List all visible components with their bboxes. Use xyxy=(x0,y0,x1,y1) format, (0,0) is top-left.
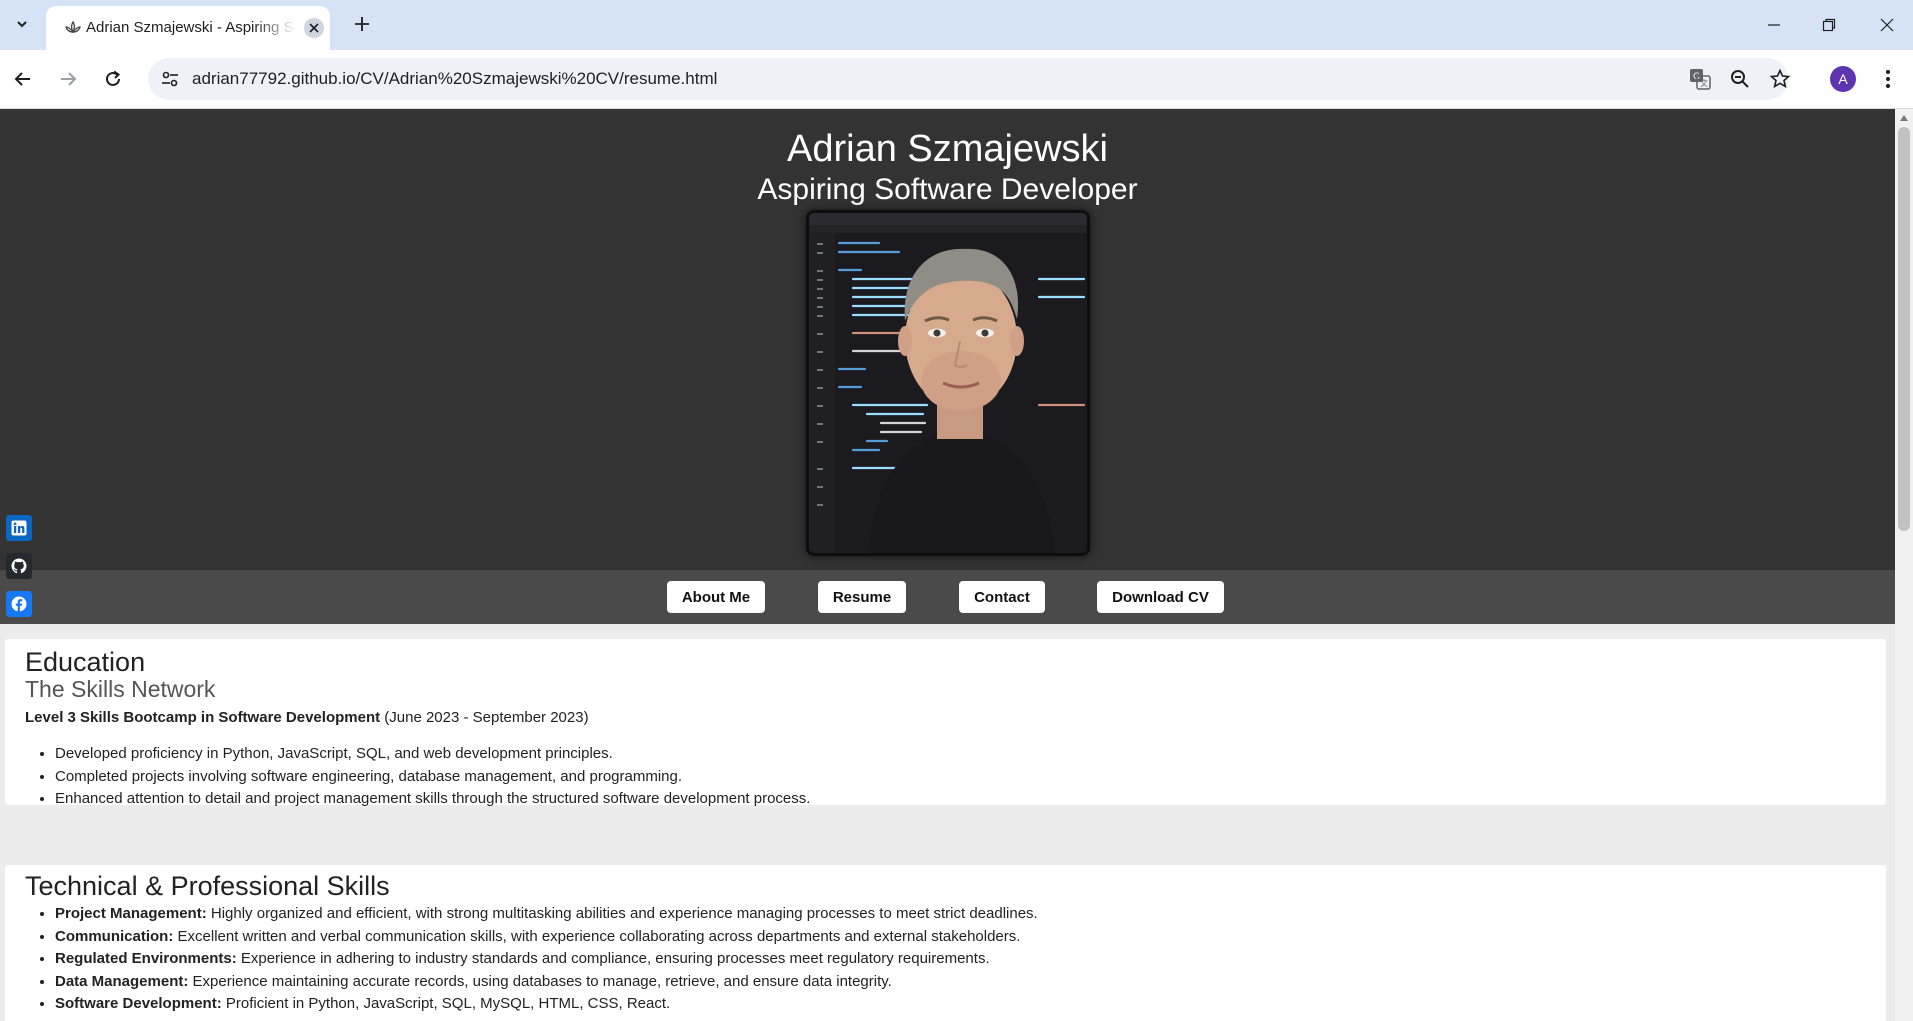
page-scrollbar[interactable] xyxy=(1895,109,1913,1021)
new-tab-button[interactable] xyxy=(350,12,374,36)
tab-title: Adrian Szmajewski - Aspiring Software De… xyxy=(86,19,296,36)
linkedin-link[interactable] xyxy=(6,515,32,541)
forward-button[interactable] xyxy=(52,63,84,95)
profile-photo-image xyxy=(809,213,1087,553)
scroll-up-arrow-icon[interactable] xyxy=(1900,115,1908,121)
facebook-icon xyxy=(11,596,27,612)
reload-icon xyxy=(106,70,121,86)
browser-menu-button[interactable] xyxy=(1876,66,1900,92)
skill-text: Excellent written and verbal communicati… xyxy=(173,927,1021,945)
page-subtitle: Aspiring Software Developer xyxy=(757,173,1138,206)
bookmark-button[interactable] xyxy=(1768,67,1792,91)
tab-search-button[interactable] xyxy=(8,10,36,38)
list-item: Regulated Environments: Experience in ad… xyxy=(55,948,1038,971)
skill-label: Project Management: xyxy=(55,905,207,922)
skills-section: Technical & Professional Skills Project … xyxy=(5,865,1886,1021)
zoom-button[interactable] xyxy=(1728,67,1752,91)
restore-button[interactable] xyxy=(1814,10,1844,40)
minimize-button[interactable] xyxy=(1759,10,1789,40)
skill-label: Software Development: xyxy=(55,995,222,1012)
list-item: Developed proficiency in Python, JavaScr… xyxy=(55,743,810,766)
education-list: Developed proficiency in Python, JavaScr… xyxy=(25,743,810,811)
about-me-button[interactable]: About Me xyxy=(667,581,765,613)
chevron-down-icon xyxy=(17,21,27,28)
lotus-favicon-icon xyxy=(65,20,81,34)
school-name: The Skills Network xyxy=(25,676,216,702)
skill-text: Experience maintaining accurate records,… xyxy=(188,972,892,990)
list-item: Communication: Excellent written and ver… xyxy=(55,926,1038,949)
browser-tab-strip: Adrian Szmajewski - Aspiring Software De… xyxy=(0,0,1913,50)
translate-icon: G 文 xyxy=(1690,69,1711,90)
skill-text: Experience in adhering to industry stand… xyxy=(236,950,990,967)
browser-toolbar: adrian77792.github.io/CV/Adrian%20Szmaje… xyxy=(0,50,1913,109)
course-line: Level 3 Skills Bootcamp in Software Deve… xyxy=(25,709,589,726)
section-nav: About Me Resume Contact Download CV xyxy=(0,570,1895,624)
education-section: Education The Skills Network Level 3 Ski… xyxy=(5,639,1886,807)
skill-text: Highly organized and efficient, with str… xyxy=(206,905,1038,922)
url-text[interactable]: adrian77792.github.io/CV/Adrian%20Szmaje… xyxy=(192,69,717,89)
list-item: Enhanced attention to detail and project… xyxy=(55,788,810,811)
github-link[interactable] xyxy=(6,553,32,579)
skill-label: Regulated Environments: xyxy=(55,950,237,967)
close-window-button[interactable] xyxy=(1872,10,1902,40)
skill-text: Proficient in Python, JavaScript, SQL, M… xyxy=(221,995,671,1012)
list-item: Data Management: Experience maintaining … xyxy=(55,971,1038,994)
download-cv-button[interactable]: Download CV xyxy=(1097,581,1224,613)
profile-avatar[interactable]: A xyxy=(1830,66,1856,92)
list-item: Project Management: Highly organized and… xyxy=(55,903,1038,926)
back-button[interactable] xyxy=(7,63,39,95)
github-icon xyxy=(11,558,27,574)
more-vert-icon xyxy=(1886,70,1890,88)
arrow-left-icon xyxy=(14,72,30,86)
list-item: Completed projects involving software en… xyxy=(55,766,810,789)
reload-button[interactable] xyxy=(97,63,129,95)
education-heading: Education xyxy=(25,647,146,677)
star-icon xyxy=(1770,69,1790,89)
list-item: Software Development: Proficient in Pyth… xyxy=(55,993,1038,1016)
contact-button[interactable]: Contact xyxy=(959,581,1045,613)
course-title: Level 3 Skills Bootcamp in Software Deve… xyxy=(25,709,381,726)
profile-photo xyxy=(806,210,1090,556)
linkedin-icon xyxy=(11,520,27,536)
page-title: Adrian Szmajewski xyxy=(787,128,1108,170)
resume-button[interactable]: Resume xyxy=(818,581,906,613)
page-viewport: Adrian Szmajewski Aspiring Software Deve… xyxy=(0,109,1895,1021)
zoom-icon xyxy=(1731,70,1749,88)
skill-label: Data Management: xyxy=(55,972,189,990)
tune-icon xyxy=(162,71,178,87)
skills-list: Project Management: Highly organized and… xyxy=(25,903,1038,1016)
facebook-link[interactable] xyxy=(6,591,32,617)
translate-button[interactable]: G 文 xyxy=(1688,67,1712,91)
address-bar[interactable]: adrian77792.github.io/CV/Adrian%20Szmaje… xyxy=(148,58,1790,100)
hero-header: Adrian Szmajewski Aspiring Software Deve… xyxy=(0,109,1895,570)
site-info-button[interactable] xyxy=(158,67,182,91)
close-icon xyxy=(309,23,319,33)
plus-icon xyxy=(355,17,369,31)
skills-heading: Technical & Professional Skills xyxy=(25,871,390,901)
close-icon xyxy=(1880,18,1894,32)
skill-label: Communication: xyxy=(55,927,174,945)
course-dates: (June 2023 - September 2023) xyxy=(380,709,589,726)
svg-text:文: 文 xyxy=(1700,78,1708,88)
tab-close-button[interactable] xyxy=(304,18,324,38)
minimize-icon xyxy=(1768,24,1780,26)
scroll-thumb[interactable] xyxy=(1898,127,1910,531)
browser-tab[interactable]: Adrian Szmajewski - Aspiring Software De… xyxy=(46,6,330,50)
arrow-right-icon xyxy=(61,72,77,86)
restore-icon xyxy=(1822,18,1836,32)
